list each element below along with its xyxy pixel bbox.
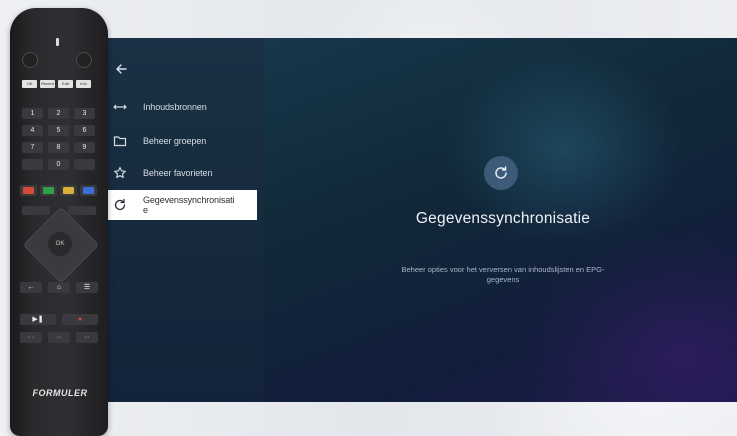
remote-key: · ·: [20, 332, 42, 343]
remote-key: Recent: [40, 80, 55, 88]
remote-key: 1: [22, 108, 43, 119]
detail-subtitle: Beheer opties voor het verversen van inh…: [401, 265, 605, 284]
remote-key: 4: [22, 125, 43, 136]
sidebar-item-data-sync[interactable]: Gegevenssynchronisatie: [104, 190, 257, 220]
tv-button-icon: [76, 52, 92, 68]
remote-key: 7: [22, 142, 43, 153]
remote-key: [68, 206, 96, 215]
folder-icon: [113, 134, 127, 148]
sidebar-item-manage-favorites[interactable]: Beheer favorieten: [104, 158, 258, 188]
remote-key: ··: [48, 332, 70, 343]
remote-key: Info: [76, 80, 91, 88]
remote-key: ··: [76, 332, 98, 343]
remote-key: 0: [48, 159, 69, 170]
power-button-icon: [22, 52, 38, 68]
remote-control: OK Recent Edit Info 1 2 3 4 5 6 7 8 9 0 …: [10, 8, 108, 436]
arrow-left-icon[interactable]: [114, 62, 128, 76]
record-key-icon: ●: [62, 314, 98, 325]
remote-key: 6: [74, 125, 95, 136]
play-pause-key-icon: ▶❚: [20, 314, 56, 325]
refresh-icon: [484, 156, 518, 190]
remote-key: Edit: [58, 80, 73, 88]
detail-title: Gegevenssynchronisatie: [415, 210, 591, 227]
remote-key: [74, 159, 95, 170]
remote-key: [22, 206, 50, 215]
remote-key: 8: [48, 142, 69, 153]
blue-key: [80, 185, 97, 196]
sidebar-item-content-sources[interactable]: Inhoudsbronnen: [104, 92, 258, 122]
led-indicator: [56, 38, 59, 46]
sidebar-item-label: Beheer groepen: [143, 136, 207, 146]
remote-key: OK: [22, 80, 37, 88]
star-icon: [113, 166, 127, 180]
sidebar-item-label: Beheer favorieten: [143, 168, 213, 178]
sidebar-item-label: Gegevenssynchronisatie: [143, 195, 235, 215]
sidebar-item-label: Inhoudsbronnen: [143, 102, 207, 112]
sidebar-item-manage-groups[interactable]: Beheer groepen: [104, 126, 258, 156]
swap-arrows-icon: [113, 100, 127, 114]
ok-key: OK: [48, 232, 72, 256]
red-key: [20, 185, 37, 196]
home-key-icon: ⌂: [48, 282, 70, 293]
refresh-icon: [113, 198, 127, 212]
remote-key: 9: [74, 142, 95, 153]
yellow-key: [60, 185, 77, 196]
settings-sidebar: Inhoudsbronnen Beheer groepen Beheer fav…: [104, 38, 264, 402]
remote-key: 3: [74, 108, 95, 119]
remote-key: 2: [48, 108, 69, 119]
remote-key: 5: [48, 125, 69, 136]
green-key: [40, 185, 57, 196]
back-key-icon: ←: [20, 282, 42, 293]
tv-screen: Inhoudsbronnen Beheer groepen Beheer fav…: [104, 38, 737, 402]
menu-key-icon: ☰: [76, 282, 98, 293]
brand-logo: FORMULER: [32, 388, 88, 398]
remote-key: [22, 159, 43, 170]
